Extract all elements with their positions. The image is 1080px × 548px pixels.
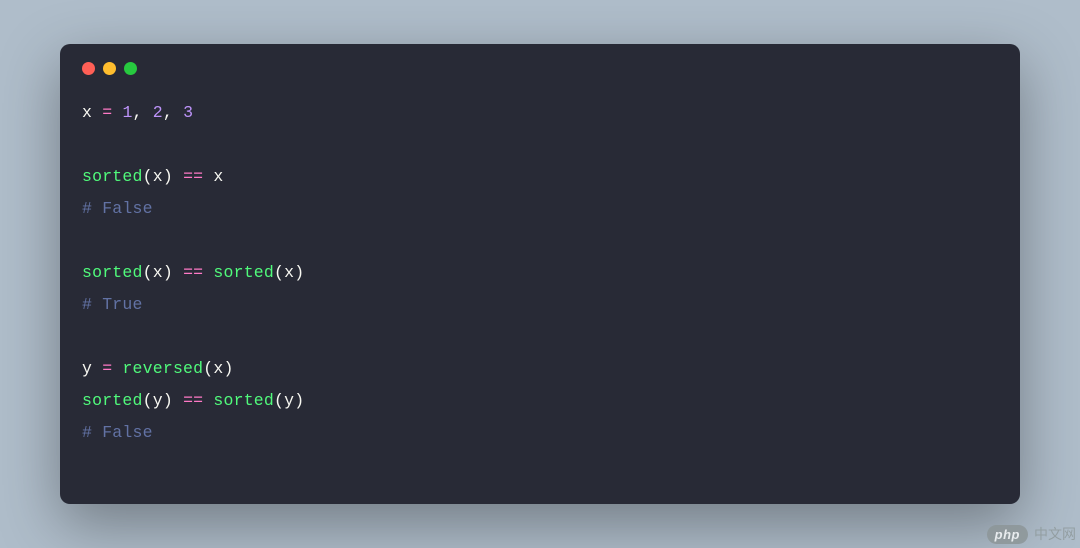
function-token: sorted <box>82 391 143 410</box>
blank-line <box>82 321 998 353</box>
function-token: sorted <box>82 167 143 186</box>
watermark-badge: php <box>987 525 1028 544</box>
blank-line <box>82 225 998 257</box>
comment-token: # False <box>82 423 153 442</box>
function-token: sorted <box>213 391 274 410</box>
operator-token: == <box>183 391 203 410</box>
variable-token: x <box>213 359 223 378</box>
code-line-7: sorted(y) == sorted(y) <box>82 385 998 417</box>
punct-token: ) <box>163 391 173 410</box>
variable-token: x <box>153 263 163 282</box>
number-token: 3 <box>183 103 193 122</box>
operator-token: == <box>183 263 203 282</box>
variable-token: x <box>82 103 92 122</box>
function-token: sorted <box>213 263 274 282</box>
punct-token: ( <box>143 391 153 410</box>
punct-token: , <box>133 103 153 122</box>
code-line-5: # True <box>82 289 998 321</box>
punct-token: ( <box>274 391 284 410</box>
variable-token: x <box>284 263 294 282</box>
punct-token: ( <box>143 263 153 282</box>
code-line-6: y = reversed(x) <box>82 353 998 385</box>
comment-token: # True <box>82 295 143 314</box>
variable-token: y <box>153 391 163 410</box>
punct-token: ) <box>294 391 304 410</box>
punct-token: ( <box>143 167 153 186</box>
comment-token: # False <box>82 199 153 218</box>
code-block: x = 1, 2, 3 sorted(x) == x # False sorte… <box>82 97 998 449</box>
function-token: sorted <box>82 263 143 282</box>
operator-token: = <box>102 103 112 122</box>
punct-token: ) <box>163 167 173 186</box>
punct-token: ) <box>223 359 233 378</box>
window-title-bar <box>82 62 998 75</box>
watermark: php 中文网 <box>987 524 1076 544</box>
maximize-icon[interactable] <box>124 62 137 75</box>
close-icon[interactable] <box>82 62 95 75</box>
punct-token: , <box>163 103 183 122</box>
number-token: 2 <box>153 103 163 122</box>
variable-token: y <box>82 359 92 378</box>
variable-token: x <box>153 167 163 186</box>
function-token: reversed <box>122 359 203 378</box>
code-line-3: # False <box>82 193 998 225</box>
punct-token: ( <box>274 263 284 282</box>
code-line-8: # False <box>82 417 998 449</box>
code-line-4: sorted(x) == sorted(x) <box>82 257 998 289</box>
variable-token: x <box>213 167 223 186</box>
variable-token: y <box>284 391 294 410</box>
number-token: 1 <box>122 103 132 122</box>
punct-token: ) <box>163 263 173 282</box>
code-line-2: sorted(x) == x <box>82 161 998 193</box>
minimize-icon[interactable] <box>103 62 116 75</box>
punct-token: ( <box>203 359 213 378</box>
code-editor-window: x = 1, 2, 3 sorted(x) == x # False sorte… <box>60 44 1020 504</box>
operator-token: = <box>102 359 112 378</box>
watermark-text: 中文网 <box>1034 524 1076 544</box>
operator-token: == <box>183 167 203 186</box>
code-line-1: x = 1, 2, 3 <box>82 97 998 129</box>
blank-line <box>82 129 998 161</box>
punct-token: ) <box>294 263 304 282</box>
